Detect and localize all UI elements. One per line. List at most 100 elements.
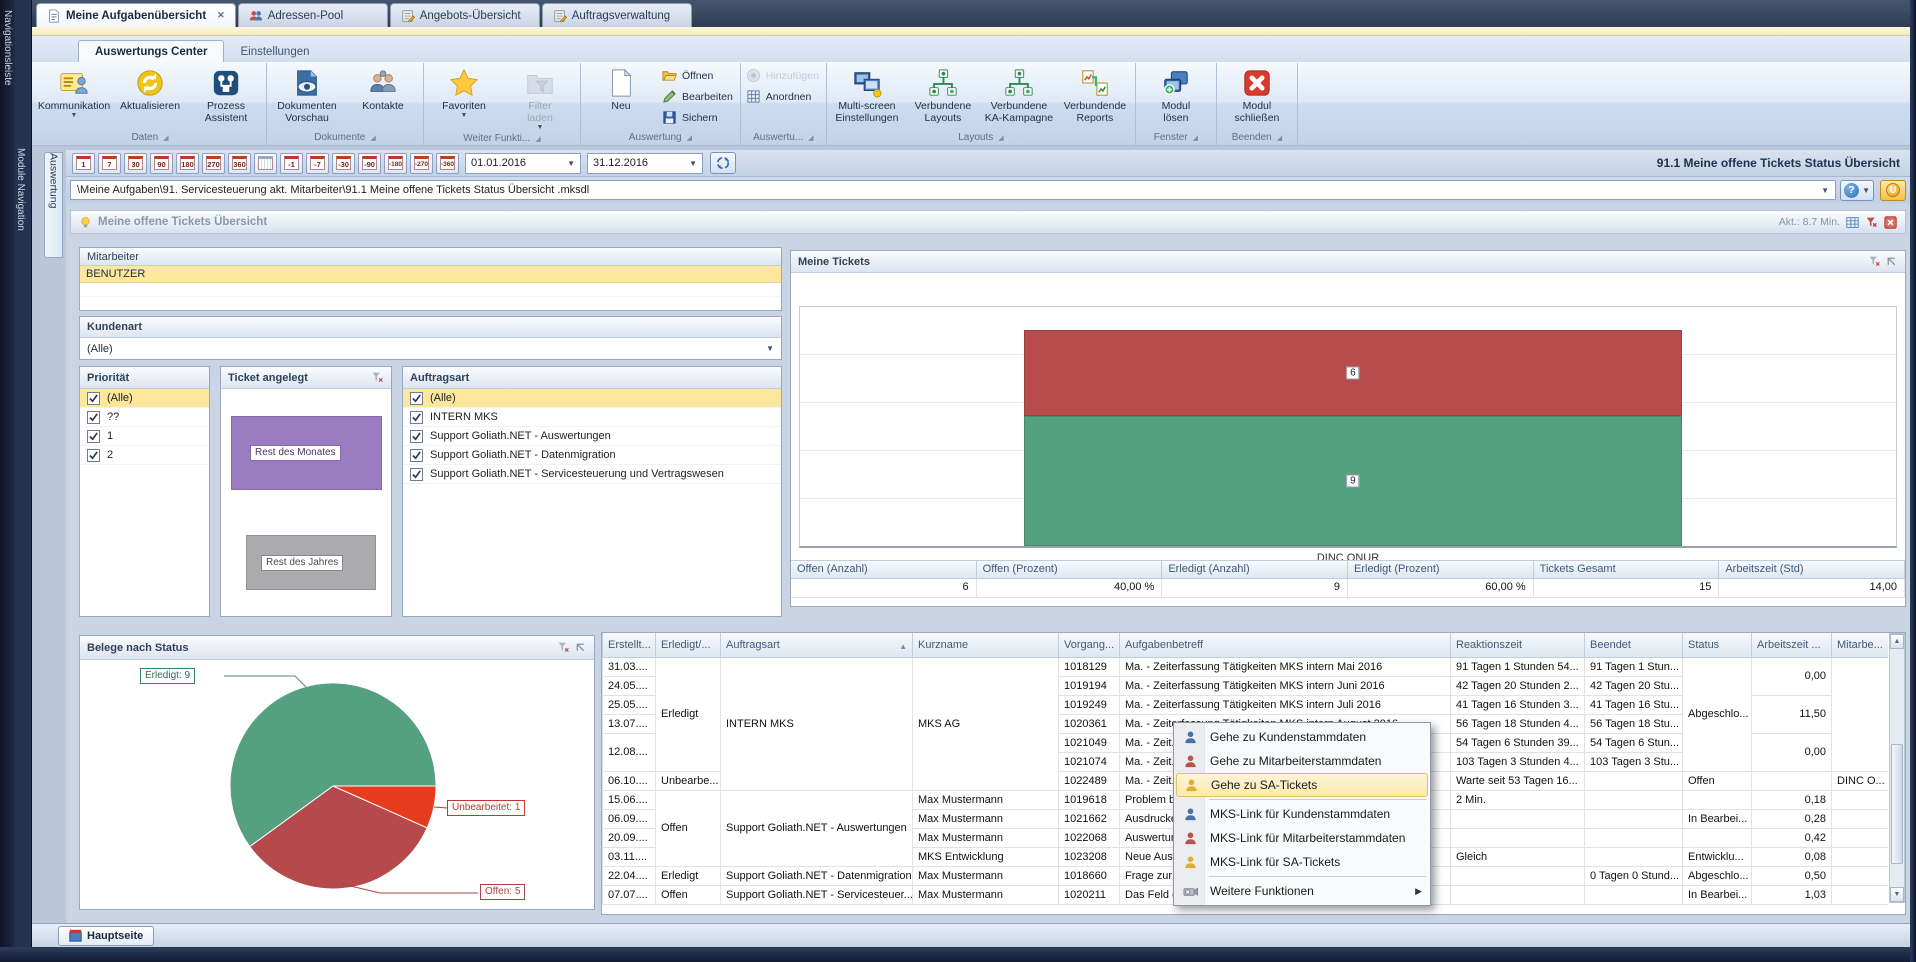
chevron-down-icon[interactable]: ▼ — [567, 159, 575, 168]
checkbox-checked[interactable] — [410, 392, 423, 405]
chevron-down-icon[interactable]: ▼ — [1862, 186, 1870, 195]
date-preset-30[interactable]: 30 — [124, 153, 147, 174]
ribbon-button-kommunikation[interactable]: Kommunikation▼ — [36, 63, 112, 120]
prioritaet-item-alle[interactable]: (Alle) — [80, 389, 209, 408]
table-cell[interactable]: Entwicklu... — [1683, 847, 1752, 866]
scroll-down-icon[interactable]: ▼ — [1890, 887, 1904, 902]
scroll-up-icon[interactable]: ▲ — [1890, 634, 1904, 649]
table-cell[interactable]: 06.09.... — [603, 809, 656, 828]
ribbon-button-hinzufügen[interactable]: Hinzufügen — [746, 66, 819, 85]
checkbox-checked[interactable] — [410, 411, 423, 424]
date-preset-360[interactable]: 360 — [228, 153, 251, 174]
checkbox-checked[interactable] — [410, 430, 423, 443]
column-header-aufgabenbetreff[interactable]: Aufgabenbetreff — [1120, 633, 1451, 657]
timeline-block-year[interactable]: Rest des Jahres — [246, 535, 376, 590]
hauptseite-tab[interactable]: Hauptseite — [58, 926, 154, 946]
date-preset-1[interactable]: 1 — [72, 153, 95, 174]
vertical-scrollbar[interactable]: ▲ ▼ — [1889, 633, 1905, 903]
ribbon-button-multi-screen-einstellungen[interactable]: Multi-screen Einstellungen — [829, 63, 905, 124]
table-cell[interactable]: Offen — [1683, 771, 1752, 790]
ribbon-button-bearbeiten[interactable]: Bearbeiten — [662, 87, 733, 106]
table-cell[interactable]: 0 Tagen 0 Stund... — [1585, 866, 1683, 885]
ribbon-button-verbundene-ka-kampagne[interactable]: Verbundene KA-Kampagne — [981, 63, 1057, 124]
date-from-combo[interactable]: 01.01.2016▼ — [465, 153, 581, 174]
filter-clear-icon[interactable] — [371, 371, 384, 384]
dialog-launcher-icon[interactable]: ◢ — [1277, 134, 1282, 142]
table-cell[interactable]: Warte seit 53 Tagen 16... — [1451, 771, 1585, 790]
column-header-kurzname[interactable]: Kurzname — [913, 633, 1059, 657]
navigation-side-strip[interactable]: Navigationsleiste — [0, 0, 15, 962]
date-preset-minus30[interactable]: -30 — [332, 153, 355, 174]
date-to-combo[interactable]: 31.12.2016▼ — [587, 153, 703, 174]
module-navigation-vertical-tab[interactable]: Module Navigation — [15, 148, 26, 231]
ribbon-button-favoriten[interactable]: Favoriten▼ — [426, 63, 502, 120]
table-cell[interactable]: 103 Tagen 3 Stunden 4... — [1451, 752, 1585, 771]
table-cell[interactable]: DINC O... — [1832, 771, 1889, 790]
column-header-erledigt[interactable]: Erledigt/... — [656, 633, 721, 657]
navigationsleiste-vertical-tab[interactable]: Navigationsleiste — [2, 10, 13, 86]
table-cell[interactable] — [1832, 885, 1889, 904]
chevron-down-icon[interactable]: ▼ — [1821, 186, 1829, 195]
table-cell[interactable]: 1018129 — [1059, 657, 1120, 676]
table-cell[interactable] — [1585, 885, 1683, 904]
table-cell[interactable]: 42 Tagen 20 Stunden 2... — [1451, 676, 1585, 695]
checkbox-checked[interactable] — [87, 430, 100, 443]
table-cell[interactable]: 11,50 — [1752, 695, 1832, 733]
column-header-status[interactable]: Status — [1683, 633, 1752, 657]
table-cell[interactable]: 1022068 — [1059, 828, 1120, 847]
window-tab-angebots-übersicht[interactable]: Angebots-Übersicht — [390, 3, 540, 27]
corner-arrow-icon[interactable] — [1885, 255, 1898, 268]
table-cell[interactable]: MKS AG — [913, 657, 1059, 790]
prioritaet-item-1[interactable]: 1 — [80, 427, 209, 446]
table-cell[interactable]: 25.05.... — [603, 695, 656, 714]
date-preset-7[interactable]: 7 — [98, 153, 121, 174]
table-cell[interactable]: 91 Tagen 1 Stunden 54... — [1451, 657, 1585, 676]
ribbon-button-modul-lösen[interactable]: Modul lösen — [1138, 63, 1214, 124]
table-cell[interactable]: 1021662 — [1059, 809, 1120, 828]
table-cell[interactable]: Erledigt — [656, 657, 721, 771]
timeline-block-month[interactable]: Rest des Monates — [231, 416, 382, 490]
table-cell[interactable]: Support Goliath.NET - Servicesteuer... — [721, 885, 913, 904]
table-cell[interactable]: Support Goliath.NET - Datenmigration — [721, 866, 913, 885]
table-cell[interactable]: INTERN MKS — [721, 657, 913, 790]
dialog-launcher-icon[interactable]: ◢ — [687, 134, 692, 142]
ribbon-button-neu[interactable]: Neu — [583, 63, 659, 112]
window-tab-adressen-pool[interactable]: Adressen-Pool — [238, 3, 388, 27]
ribbon-button-öffnen[interactable]: Öffnen — [662, 66, 733, 85]
ribbon-button-aktualisieren[interactable]: Aktualisieren — [112, 63, 188, 112]
table-cell[interactable]: 07.07.... — [603, 885, 656, 904]
table-cell[interactable]: 0,00 — [1752, 733, 1832, 771]
kundenart-combo[interactable]: (Alle) ▼ — [80, 338, 781, 359]
table-cell[interactable]: 31.03.... — [603, 657, 656, 676]
table-cell[interactable] — [1832, 847, 1889, 866]
table-cell[interactable] — [1752, 771, 1832, 790]
table-cell[interactable] — [1451, 809, 1585, 828]
table-cell[interactable]: 0,42 — [1752, 828, 1832, 847]
column-header-beendet[interactable]: Beendet — [1585, 633, 1683, 657]
column-header-vorgang[interactable]: Vorgang... — [1059, 633, 1120, 657]
table-cell[interactable]: 42 Tagen 20 Stu... — [1585, 676, 1683, 695]
window-tab-auftragsverwaltung[interactable]: Auftragsverwaltung — [542, 3, 692, 27]
table-cell[interactable]: 1021049 — [1059, 733, 1120, 752]
context-menu-item-mks-link-für-sa-tickets[interactable]: MKS-Link für SA-Tickets — [1176, 850, 1428, 874]
help-button[interactable]: ?▼ — [1840, 180, 1874, 201]
path-input[interactable]: \Meine Aufgaben\91. Servicesteuerung akt… — [70, 180, 1836, 200]
date-preset-minus270[interactable]: -270 — [410, 153, 433, 174]
auswertung-vertical-tab[interactable]: Auswertung — [44, 152, 63, 258]
table-cell[interactable]: Max Mustermann — [913, 885, 1059, 904]
table-cell[interactable]: 06.10.... — [603, 771, 656, 790]
column-header-erstellt[interactable]: Erstellt... — [603, 633, 656, 657]
table-cell[interactable]: 2 Min. — [1451, 790, 1585, 809]
context-menu-item-mks-link-für-kundenstammdaten[interactable]: MKS-Link für Kundenstammdaten — [1176, 802, 1428, 826]
date-preset-minus180[interactable]: -180 — [384, 153, 407, 174]
ribbon-tab-auswertungs-center[interactable]: Auswertungs Center — [78, 40, 224, 62]
refresh-dates-button[interactable] — [710, 152, 736, 174]
column-header-auftragsart[interactable]: Auftragsart▲ — [721, 633, 913, 657]
table-cell[interactable]: Offen — [656, 790, 721, 866]
table-cell[interactable]: 1022489 — [1059, 771, 1120, 790]
table-cell[interactable] — [1451, 828, 1585, 847]
date-preset-90[interactable]: 90 — [150, 153, 173, 174]
ribbon-button-dokumenten-vorschau[interactable]: Dokumenten Vorschau — [269, 63, 345, 124]
checkbox-checked[interactable] — [410, 449, 423, 462]
table-cell[interactable]: 20.09.... — [603, 828, 656, 847]
